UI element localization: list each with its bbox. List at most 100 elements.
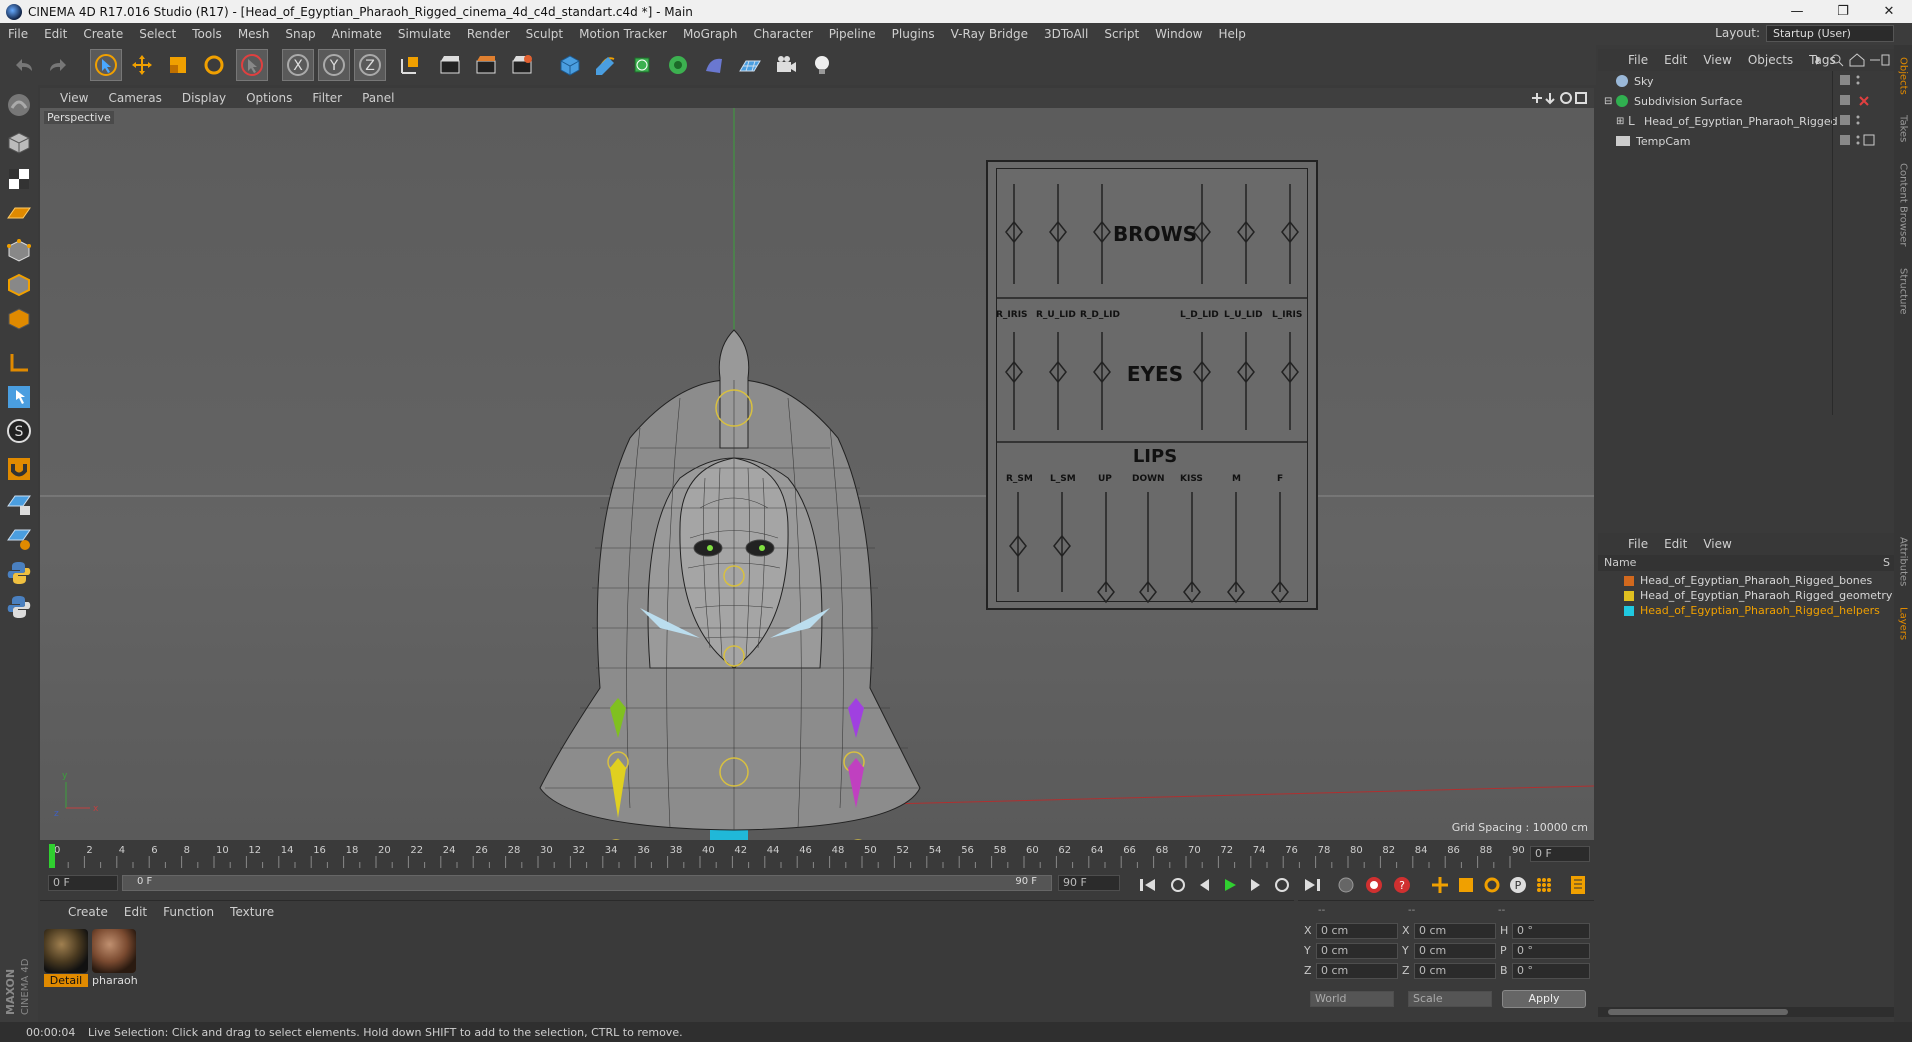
autokey-icon[interactable]: ? [1390,874,1414,896]
live-selection-icon[interactable] [90,49,122,81]
edges-mode-icon[interactable] [3,269,35,301]
rotation-p-field[interactable]: 0 ° [1512,943,1590,959]
menu-mesh[interactable]: Mesh [230,27,278,41]
render-settings-icon[interactable] [506,49,538,81]
go-to-start-icon[interactable] [1136,874,1160,896]
layer-row[interactable]: Head_of_Egyptian_Pharaoh_Rigged_bones [1598,573,1894,588]
side-tab-objects[interactable]: Objects [1894,49,1912,103]
render-to-picture-viewer-icon[interactable] [470,49,502,81]
close-button[interactable]: ✕ [1866,0,1912,23]
rotation-b-field[interactable]: 0 ° [1512,963,1590,979]
y-axis-lock-icon[interactable]: Y [318,49,350,81]
menu-window[interactable]: Window [1147,27,1210,41]
expand-icon[interactable]: ⊞ [1616,116,1626,127]
planar-workplane-icon[interactable] [3,523,35,555]
restore-button[interactable]: ❐ [1820,0,1866,23]
menu-animate[interactable]: Animate [324,27,390,41]
apply-button[interactable]: Apply [1502,990,1586,1008]
end-frame-field[interactable]: 90 F [1058,875,1120,891]
camera-icon[interactable] [770,49,802,81]
size-x-field[interactable]: 0 cm [1414,923,1496,939]
viewport-menu-cameras[interactable]: Cameras [98,91,171,105]
layers-menu-file[interactable]: File [1620,537,1656,551]
floor-icon[interactable] [734,49,766,81]
workplane-lock-icon[interactable] [3,489,35,521]
scale-tool-icon[interactable] [162,49,194,81]
side-tab-takes[interactable]: Takes [1894,109,1912,149]
axis-mode-icon[interactable] [3,347,35,379]
object-manager-nav-icons[interactable] [1810,52,1890,68]
position-z-field[interactable]: 0 cm [1316,963,1398,979]
position-y-field[interactable]: 0 cm [1316,943,1398,959]
playhead[interactable] [49,844,55,868]
next-key-icon[interactable] [1270,874,1294,896]
python-script-2-icon[interactable] [3,591,35,623]
material-menu-create[interactable]: Create [60,905,116,919]
move-tool-icon[interactable] [126,49,158,81]
key-rotation-icon[interactable] [1480,874,1504,896]
deformer-icon[interactable] [698,49,730,81]
menu-edit[interactable]: Edit [36,27,75,41]
timeline-window-icon[interactable] [1566,874,1590,896]
layer-row[interactable]: Head_of_Egyptian_Pharaoh_Rigged_geometry [1598,588,1894,603]
polygons-mode-icon[interactable] [3,303,35,335]
frame-range-slider[interactable]: 0 F 90 F [122,875,1052,891]
menu-file[interactable]: File [0,27,36,41]
light-icon[interactable] [806,49,838,81]
last-tool-icon[interactable] [236,49,268,81]
menu-mograph[interactable]: MoGraph [675,27,746,41]
key-position-icon[interactable] [1428,874,1452,896]
current-frame-field[interactable]: 0 F [1530,846,1590,862]
menu-script[interactable]: Script [1096,27,1147,41]
viewport-menu-filter[interactable]: Filter [302,91,352,105]
side-tab-attributes[interactable]: Attributes [1894,529,1912,595]
go-to-end-icon[interactable] [1300,874,1324,896]
layers-menu-edit[interactable]: Edit [1656,537,1695,551]
menu-motion-tracker[interactable]: Motion Tracker [571,27,675,41]
objects-menu-file[interactable]: File [1620,53,1656,67]
pen-spline-icon[interactable] [590,49,622,81]
side-tab-content-browser[interactable]: Content Browser [1894,155,1912,255]
layer-horizontal-scrollbar[interactable] [1598,1007,1894,1017]
material-menu-function[interactable]: Function [155,905,222,919]
record-icon[interactable] [1362,874,1386,896]
expand-icon[interactable]: ⊟ [1604,96,1614,107]
tweak-mode-icon[interactable] [3,381,35,413]
objects-menu-objects[interactable]: Objects [1740,53,1801,67]
python-script-icon[interactable] [3,557,35,589]
points-mode-icon[interactable] [3,235,35,267]
coordinate-mode-select[interactable]: World [1310,991,1394,1007]
layout-select[interactable]: Startup (User) [1766,25,1894,42]
menu-tools[interactable]: Tools [184,27,230,41]
menu-snap[interactable]: Snap [277,27,323,41]
previous-key-icon[interactable] [1166,874,1190,896]
coordinate-system-icon[interactable] [394,49,426,81]
material-menu-texture[interactable]: Texture [222,905,282,919]
size-mode-select[interactable]: Scale [1408,991,1492,1007]
subdivision-surface-icon[interactable] [626,49,658,81]
z-axis-lock-icon[interactable]: Z [354,49,386,81]
texture-mode-icon[interactable] [3,163,35,195]
menu-help[interactable]: Help [1210,27,1253,41]
menu-pipeline[interactable]: Pipeline [821,27,884,41]
key-parameter-icon[interactable]: P [1506,874,1530,896]
object-visibility-toggles[interactable] [1838,71,1888,151]
timeline-ruler[interactable]: 0 2 4 6 8 10 12 14 16 18 20 22 24 26 28 30 32 34 36 38 40 42 4… [40,842,1594,872]
objects-menu-view[interactable]: View [1695,53,1739,67]
menu-simulate[interactable]: Simulate [390,27,459,41]
position-x-field[interactable]: 0 cm [1316,923,1398,939]
size-y-field[interactable]: 0 cm [1414,943,1496,959]
menu-vray-bridge[interactable]: V-Ray Bridge [943,27,1036,41]
material-thumbnail-detail[interactable] [44,929,88,973]
redo-icon[interactable] [42,49,74,81]
cloner-icon[interactable] [662,49,694,81]
layer-row[interactable]: Head_of_Egyptian_Pharaoh_Rigged_helpers [1598,603,1894,618]
cube-primitive-icon[interactable] [554,49,586,81]
snap-icon[interactable] [3,453,35,485]
menu-character[interactable]: Character [745,27,820,41]
solo-mode-icon[interactable]: S [3,415,35,447]
start-frame-field[interactable]: 0 F [48,875,118,891]
3d-viewport[interactable]: Perspective y x z BROWS EYES LIPS R_IRIS… [40,108,1594,840]
viewport-nav-icons[interactable] [1528,90,1588,106]
objects-menu-edit[interactable]: Edit [1656,53,1695,67]
